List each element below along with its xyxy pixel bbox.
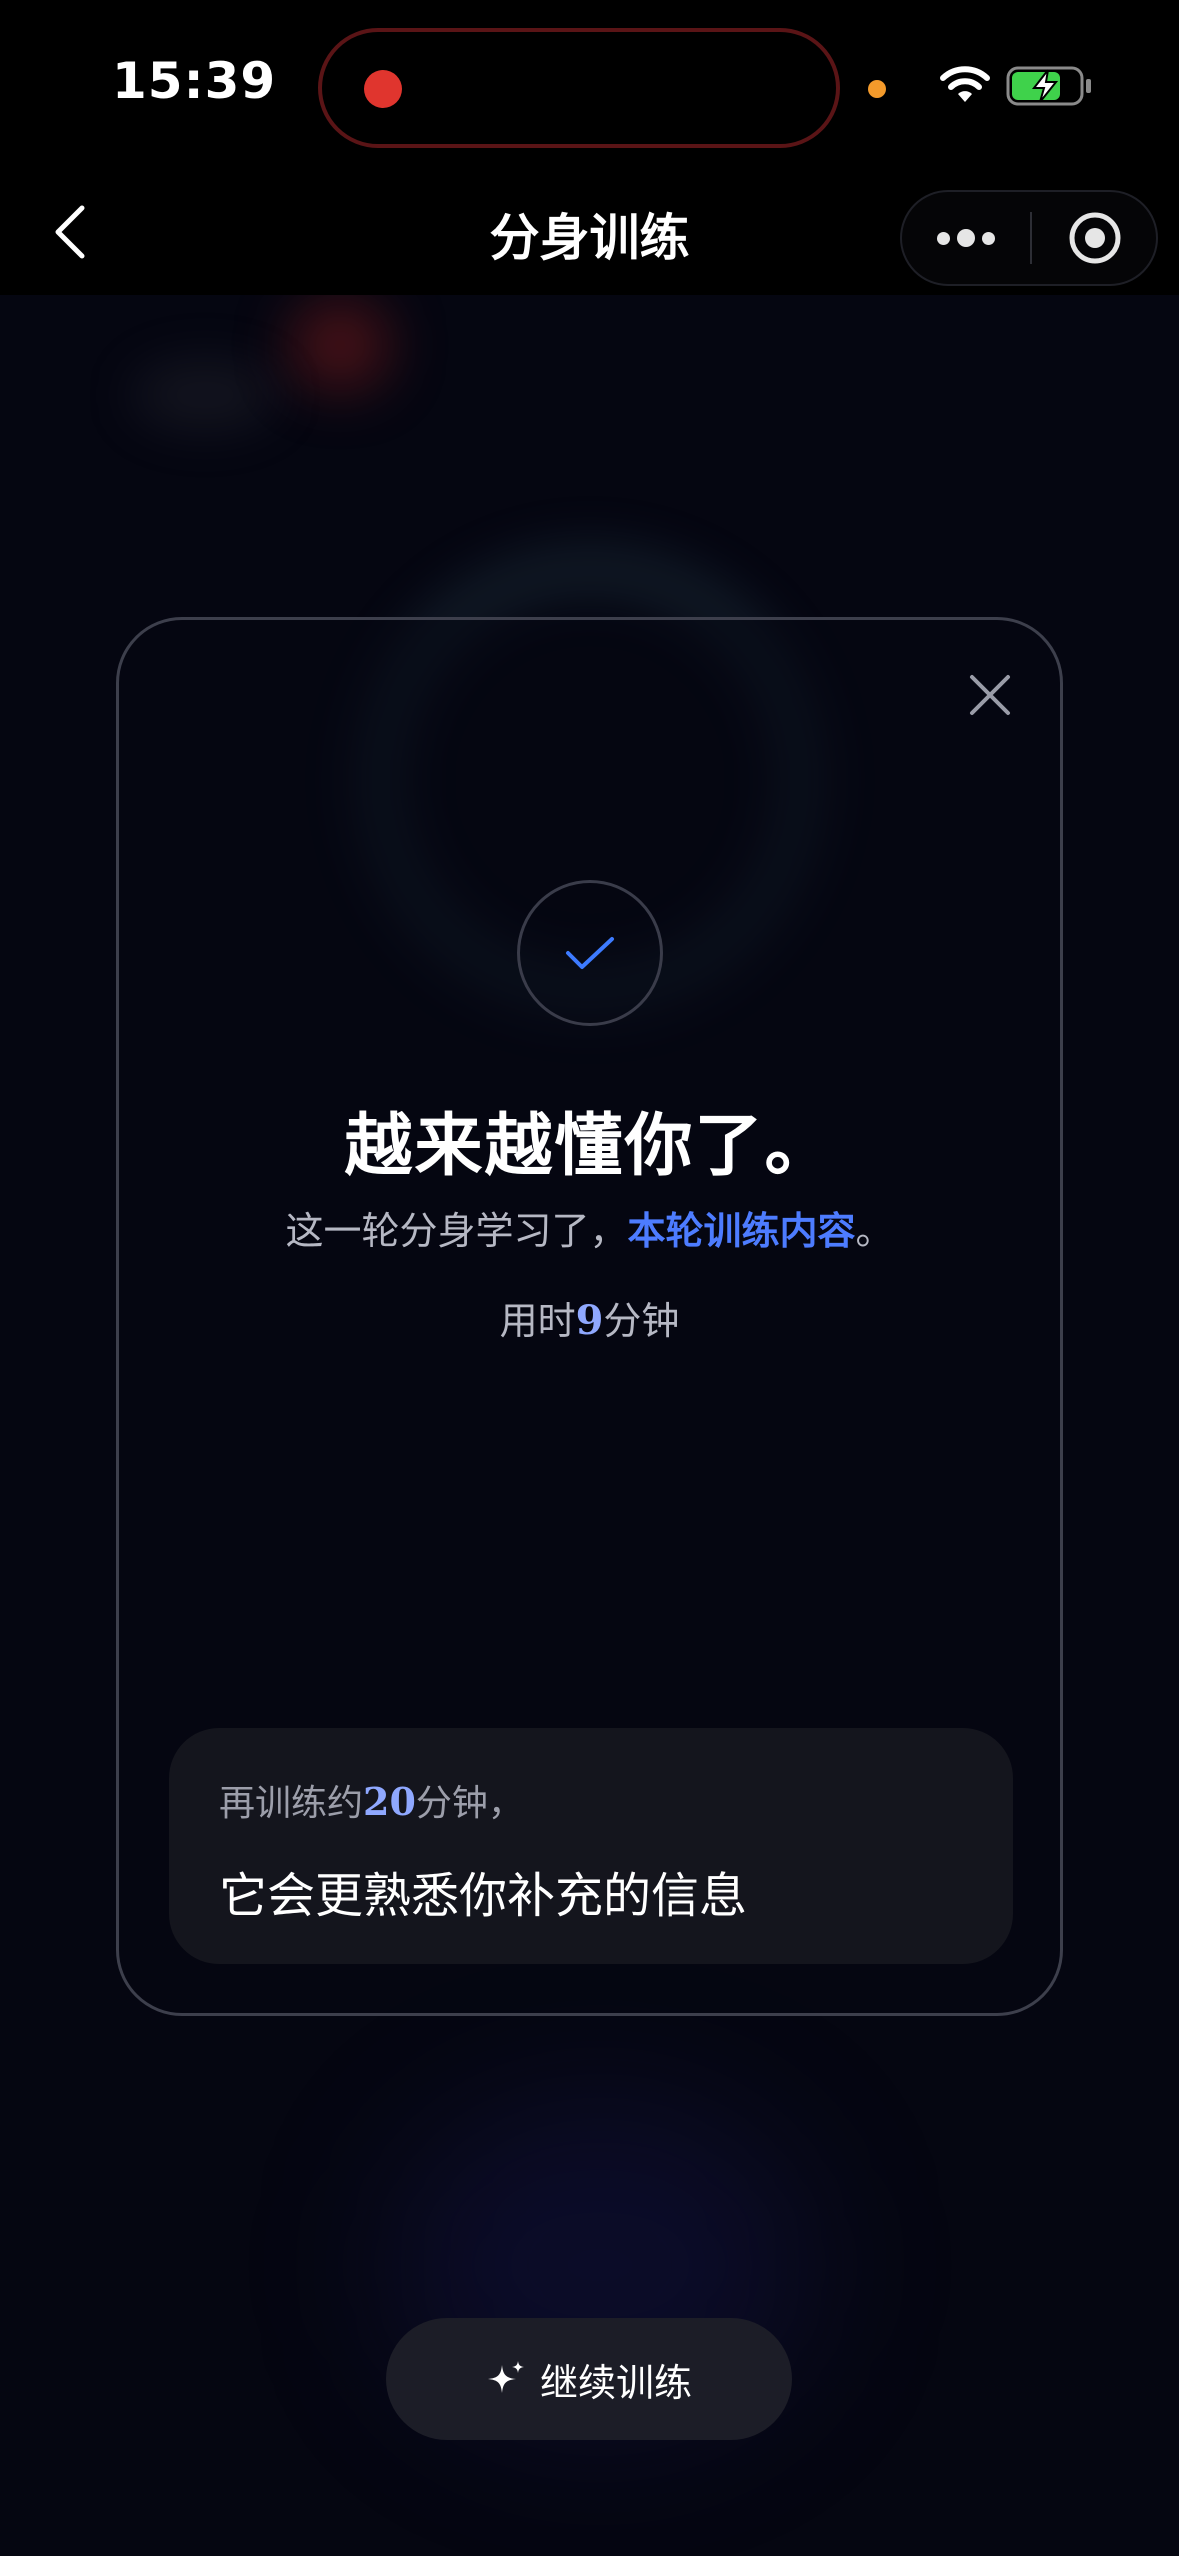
more-dots-icon[interactable] [902, 192, 1030, 284]
mini-program-capsule [900, 190, 1158, 286]
close-icon[interactable] [964, 669, 1016, 721]
duration-prefix: 用时 [499, 1299, 576, 1343]
tip-suffix: 分钟， [415, 1783, 524, 1824]
continue-training-button[interactable]: 继续训练 [386, 2318, 792, 2440]
tip-line-1: 再训练约20分钟， [219, 1774, 524, 1826]
dynamic-island [318, 28, 840, 148]
mic-indicator-dot [868, 80, 886, 98]
success-badge [517, 880, 663, 1026]
check-icon [566, 937, 614, 969]
tip-prefix: 再训练约 [219, 1783, 364, 1824]
background-glow-grey [130, 360, 280, 430]
duration-text: 用时9分钟 [119, 1290, 1060, 1345]
subline-suffix: 。 [855, 1209, 894, 1253]
background-glow-red [290, 300, 390, 390]
status-time: 15:39 [112, 52, 277, 110]
tip-minutes-value: 20 [363, 1779, 416, 1824]
tip-line-2: 它会更熟悉你补充的信息 [219, 1868, 748, 1924]
status-bar: 15:39 [0, 0, 1179, 170]
subline-prefix: 这一轮分身学习了， [285, 1209, 628, 1253]
dialog-subline: 这一轮分身学习了，本轮训练内容。 [119, 1200, 1060, 1255]
wifi-icon [940, 66, 990, 102]
training-content-link[interactable]: 本轮训练内容 [627, 1209, 855, 1253]
continue-training-label: 继续训练 [539, 2360, 692, 2405]
sparkle-icon [487, 2361, 524, 2393]
navigation-bar: 分身训练 [0, 170, 1179, 295]
training-tip-box: 再训练约20分钟， 它会更熟悉你补充的信息 [169, 1728, 1013, 1964]
target-icon[interactable] [1032, 192, 1158, 284]
battery-charging-icon [1006, 66, 1091, 106]
duration-suffix: 分钟 [603, 1299, 680, 1343]
recording-indicator [364, 70, 402, 108]
dialog-headline: 越来越懂你了。 [344, 1107, 835, 1186]
duration-value: 9 [575, 1297, 604, 1344]
training-result-dialog: 越来越懂你了。 这一轮分身学习了，本轮训练内容。 用时9分钟 再训练约20分钟，… [116, 617, 1063, 2016]
